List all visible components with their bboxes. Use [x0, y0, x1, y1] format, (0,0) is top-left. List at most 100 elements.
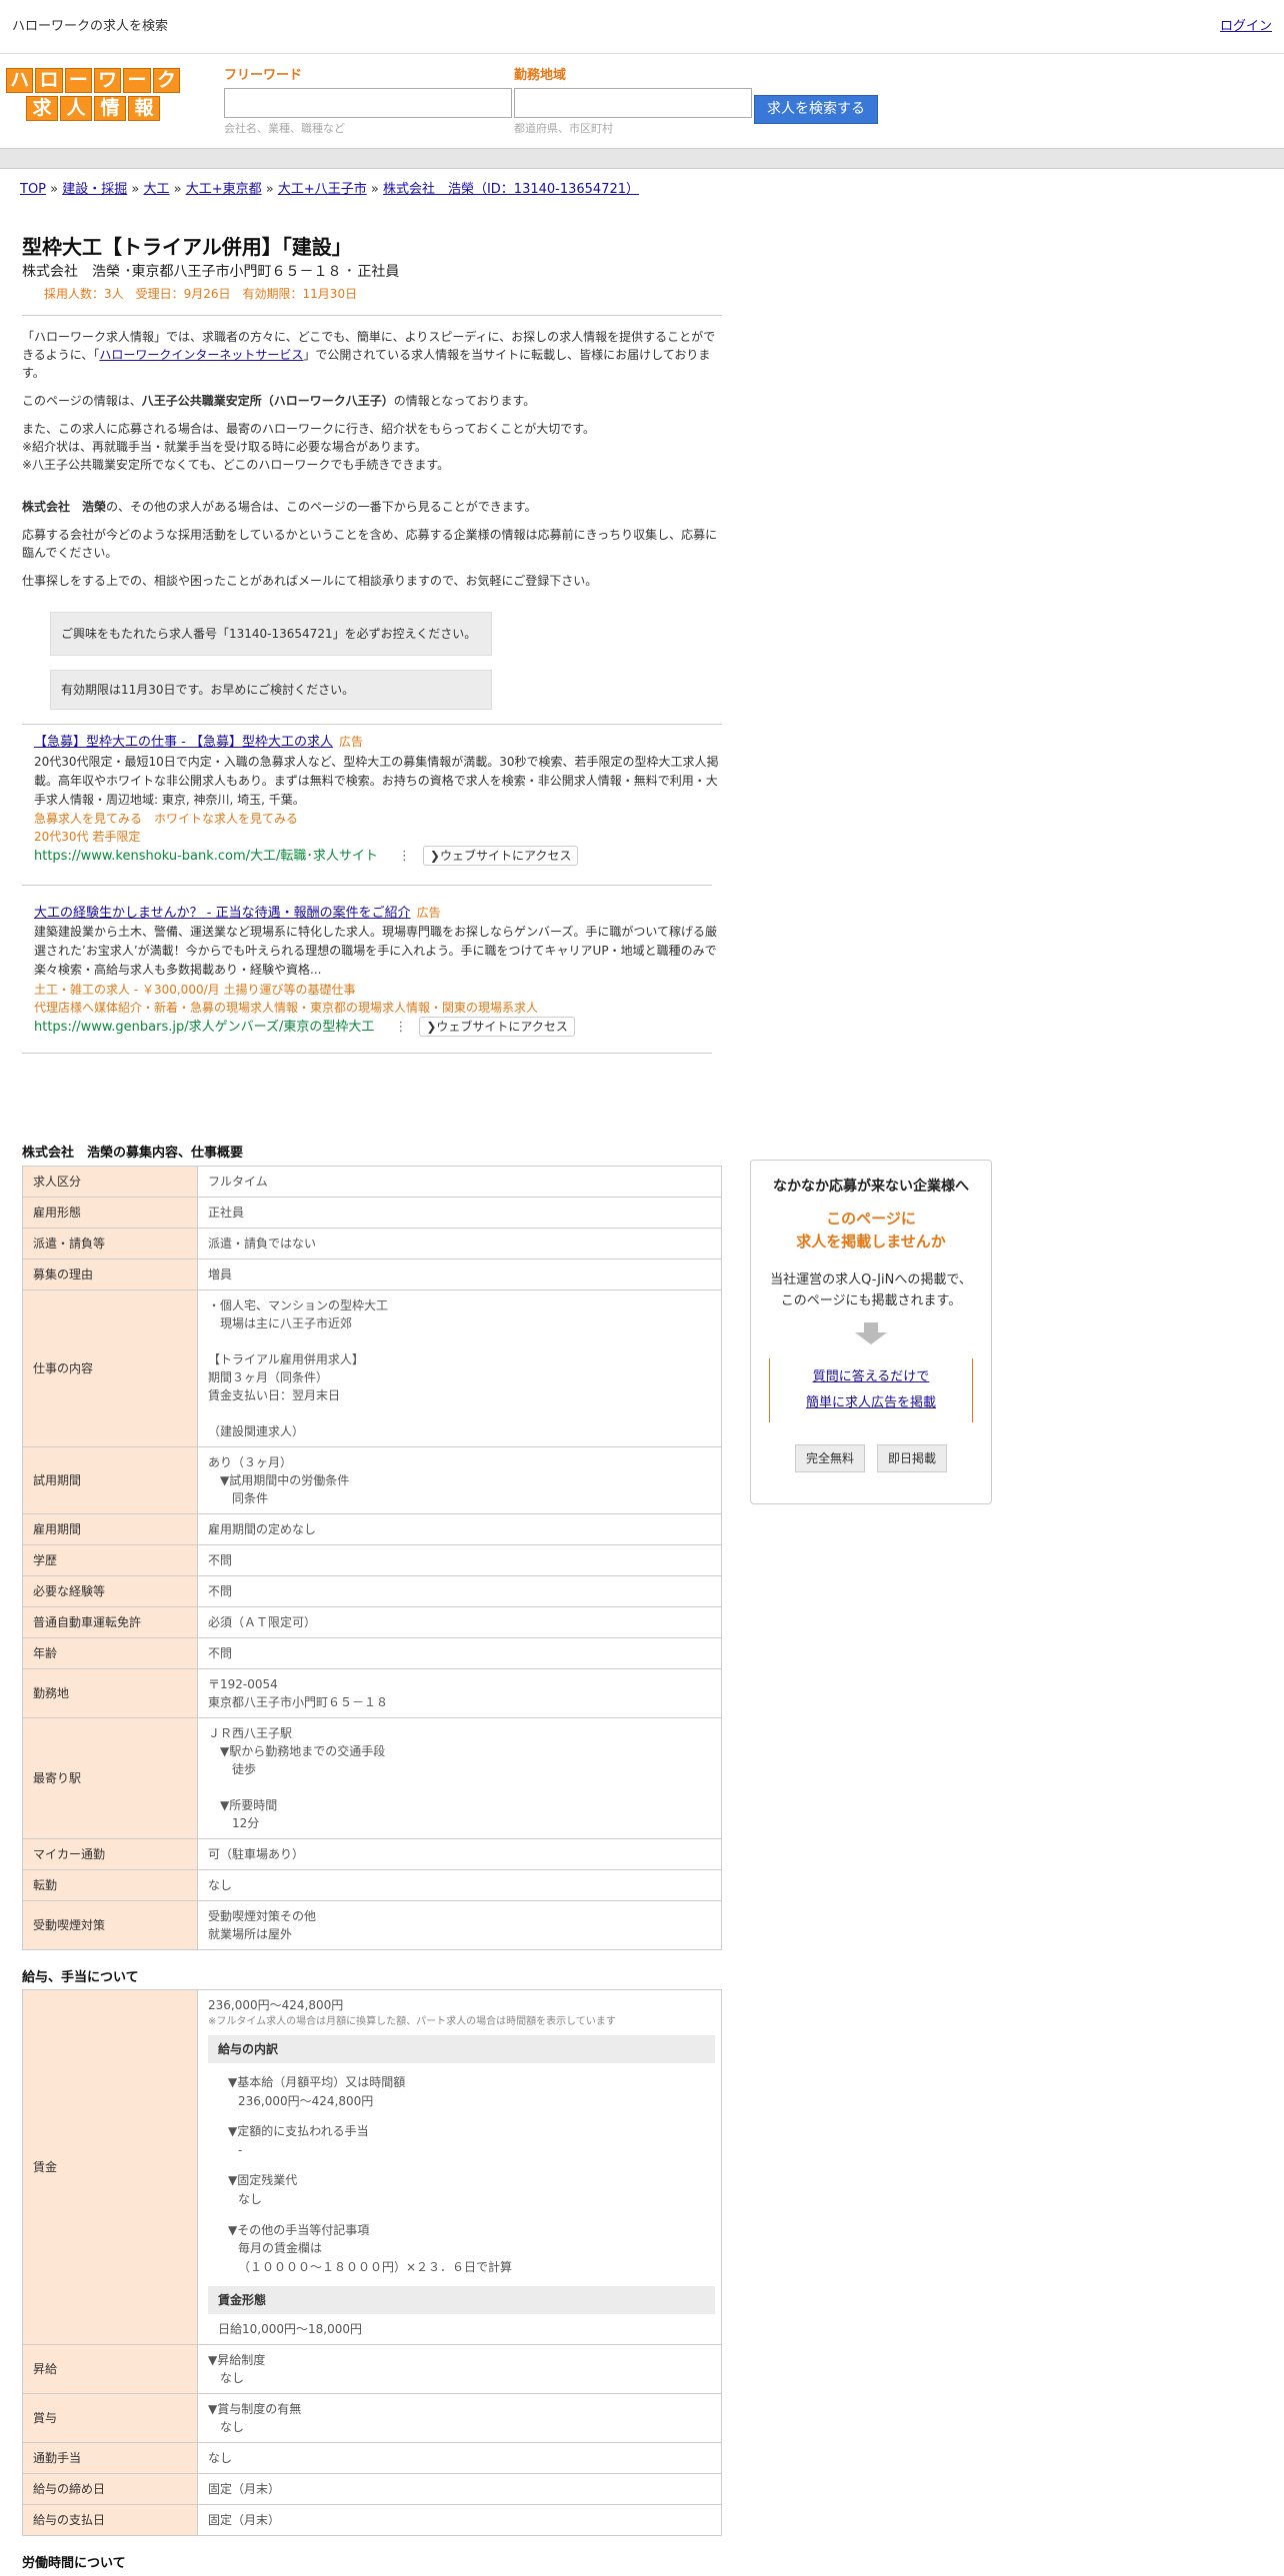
table-row: 通勤手当 なし [22, 2442, 722, 2475]
row-key: 学歴 [22, 1543, 198, 1576]
keyword-field: フリーワード 会社名、業種、職種など [224, 66, 512, 138]
row-value: ・個人宅、マンションの型枠大工 現場は主に八王子市近郊 【トライアル雇用併用求人… [197, 1288, 722, 1447]
table-row: 必要な経験等 不問 [22, 1574, 722, 1607]
table-row: 最寄り駅 ＪＲ西八王子駅 ▼駅から勤務地までの交通手段 徒歩 ▼所要時間 12分 [22, 1716, 722, 1839]
table-row: 勤務地 〒192-0054 東京都八王子市小門町６５－１８ [22, 1667, 722, 1718]
logo-char: ク [152, 68, 180, 93]
row-key: 派遣・請負等 [22, 1227, 198, 1260]
row-key: 必要な経験等 [22, 1574, 198, 1607]
free-button[interactable]: 完全無料 [794, 1443, 865, 1472]
breadcrumb-link[interactable]: 株式会社 浩榮（ID：13140-13654721） [383, 182, 639, 197]
row-value: 固定（月末） [197, 2504, 722, 2537]
pay-heading: 給与、手当について [22, 1969, 139, 1985]
ad-url[interactable]: https://www.genbars.jp/求人ゲンバーズ/東京の型枠大工 [34, 1020, 374, 1035]
row-key: 求人区分 [22, 1165, 198, 1198]
row-key: 試用期間 [22, 1445, 198, 1514]
hours-heading: 労働時間について [22, 2556, 126, 2572]
gray-band [0, 149, 1284, 169]
ad-2: 大工の経験生かしませんか？ - 正当な待遇・報酬の案件をご紹介 広告 建築建設業か… [34, 904, 724, 1038]
breadcrumb-link[interactable]: 大工+八王子市 [278, 182, 367, 197]
logo-char: ロ [35, 68, 63, 93]
spec-table: 求人区分 フルタイム 雇用形態 正社員 派遣・請負等 派遣・請負ではない 募集の理由 増員 仕事… [22, 1165, 722, 1950]
side-link-answer[interactable]: 質問に答えるだけで [770, 1364, 972, 1390]
row-key: 雇用期間 [22, 1512, 198, 1545]
table-row: 募集の理由 増員 [22, 1258, 722, 1290]
breakdown-heading: 給与の内訳 [208, 2035, 715, 2063]
row-value: 雇用期間の定めなし [197, 1512, 722, 1545]
spec-section: 株式会社 浩榮の募集内容、仕事概要 求人区分 フルタイム 雇用形態 正社員 派遣・請負等… [22, 1144, 722, 2576]
job-title: 型枠大工【トライアル併用】「建設」 [22, 235, 352, 259]
more-icon[interactable]: ⋮ [394, 1020, 407, 1035]
row-value: 派遣・請負ではない [197, 1227, 722, 1260]
logo-char: ワ [94, 68, 122, 93]
ad-option[interactable]: 急募求人を見てみる ホワイトな求人を見てみる [34, 810, 724, 828]
row-key: 給与の締め日 [22, 2473, 198, 2506]
keyword-hint: 会社名、業種、職種など [224, 122, 345, 135]
breadcrumb-link[interactable]: TOP [20, 182, 46, 197]
row-value: あり（３ヶ月） ▼試用期間中の労働条件 同条件 [197, 1445, 722, 1514]
row-key: 転勤 [22, 1868, 198, 1901]
row-value: ▼賞与制度の有無 なし [197, 2393, 722, 2444]
note-expiry: 有効期限は11月30日です。お早めにご検討ください。 [50, 670, 492, 710]
ad-title[interactable]: 大工の経験生かしませんか？ - 正当な待遇・報酬の案件をご紹介 [34, 906, 411, 921]
breadcrumb-link[interactable]: 大工+東京都 [186, 182, 262, 197]
logo-char: 求 [26, 96, 58, 121]
row-value: 受動喫煙対策その他 就業場所は屋外 [197, 1899, 722, 1950]
table-row: 給与の支払日 固定（月末） [22, 2504, 722, 2537]
table-row: 学歴 不問 [22, 1543, 722, 1576]
search-button[interactable]: 求人を検索する [754, 95, 878, 124]
breadcrumb-link[interactable]: 大工 [143, 182, 169, 197]
logo-char: ハ [6, 68, 34, 93]
hellowork-link[interactable]: ハローワークインターネットサービス [99, 348, 303, 362]
row-value: 不問 [197, 1574, 722, 1607]
ad-option[interactable]: 代理店様へ媒体紹介・新着・急募の現場求人情報・東京都の現場求人情報・関東の現場系… [34, 999, 724, 1017]
row-key: 昇給 [22, 2344, 198, 2395]
sameday-button[interactable]: 即日掲載 [877, 1443, 948, 1472]
table-row: 給与の締め日 固定（月末） [22, 2473, 722, 2506]
side-offer: このページに 求人を掲載しませんか [796, 1210, 946, 1251]
row-key: 仕事の内容 [22, 1288, 198, 1447]
row-key: 普通自動車運転免許 [22, 1605, 198, 1638]
visit-website-button[interactable]: ❯ウェブサイトにアクセス [419, 1016, 575, 1037]
ad-url[interactable]: https://www.kenshoku-bank.com/大工/転職･求人サイ… [34, 849, 378, 864]
table-row: マイカー通勤 可（駐車場あり） [22, 1837, 722, 1870]
table-row: 雇用期間 雇用期間の定めなし [22, 1512, 722, 1545]
logo-char: ー [64, 68, 92, 93]
site-title: ハローワークの求人を検索 [12, 18, 169, 34]
row-value: 可（駐車場あり） [197, 1837, 722, 1870]
ad-option[interactable]: 土工・雑工の求人 - ￥300,000/月 土揚り運び等の基礎仕事 [34, 981, 724, 999]
side-heading: なかなか応募が来ない企業様へ [773, 1179, 969, 1195]
more-icon[interactable]: ⋮ [398, 849, 411, 864]
breadcrumb-link[interactable]: 建設・採掘 [62, 182, 127, 197]
table-row: 求人区分 フルタイム [22, 1165, 722, 1198]
logo[interactable]: ハローワーク 求人情報 [6, 68, 180, 124]
row-value: 正社員 [197, 1196, 722, 1229]
ad-title[interactable]: 【急募】型枠大工の仕事 - 【急募】型枠大工の求人 [34, 735, 333, 750]
logo-char: 報 [128, 96, 160, 121]
wage-form-value: 日給10,000円〜18,000円 [218, 2322, 362, 2337]
table-row: 賃金 236,000円〜424,800円 ※フルタイム求人の場合は月額に換算した… [22, 1988, 722, 2346]
login-link[interactable]: ログイン [1220, 17, 1272, 37]
table-row: 普通自動車運転免許 必須（ＡＴ限定可） [22, 1605, 722, 1638]
wage-form-heading: 賃金形態 [208, 2286, 715, 2315]
intro-text: 「ハローワーク求人情報」では、求職者の方々に、どこでも、簡単に、よりスピーディに… [22, 330, 718, 588]
table-row: 年齢 不問 [22, 1636, 722, 1669]
table-row: 仕事の内容 ・個人宅、マンションの型枠大工 現場は主に八王子市近郊 【トライアル雇… [22, 1288, 722, 1447]
row-value: ▼昇給制度 なし [197, 2344, 722, 2395]
main-content: 型枠大工【トライアル併用】「建設」 株式会社 浩榮 ･東京都八王子市小門町６５－… [22, 232, 724, 1055]
row-value: 不問 [197, 1543, 722, 1576]
row-value: 増員 [197, 1258, 722, 1290]
row-value: フルタイム [197, 1165, 722, 1198]
keyword-input[interactable] [224, 88, 512, 118]
job-meta: 採用人数：3人 受理日：9月26日 有効期限：11月30日 [44, 287, 358, 301]
side-link-post[interactable]: 簡単に求人広告を掲載 [770, 1390, 972, 1416]
row-value: ＪＲ西八王子駅 ▼駅から勤務地までの交通手段 徒歩 ▼所要時間 12分 [197, 1716, 722, 1839]
table-row: 転勤 なし [22, 1868, 722, 1901]
visit-website-button[interactable]: ❯ウェブサイトにアクセス [422, 846, 579, 867]
ad-option[interactable]: 20代30代 若手限定 [34, 828, 724, 846]
area-input[interactable] [514, 88, 752, 118]
table-row: 受動喫煙対策 受動喫煙対策その他 就業場所は屋外 [22, 1899, 722, 1950]
row-key: 年齢 [22, 1636, 198, 1669]
row-key: 勤務地 [22, 1667, 198, 1718]
table-row: 賞与 ▼賞与制度の有無 なし [22, 2393, 722, 2444]
